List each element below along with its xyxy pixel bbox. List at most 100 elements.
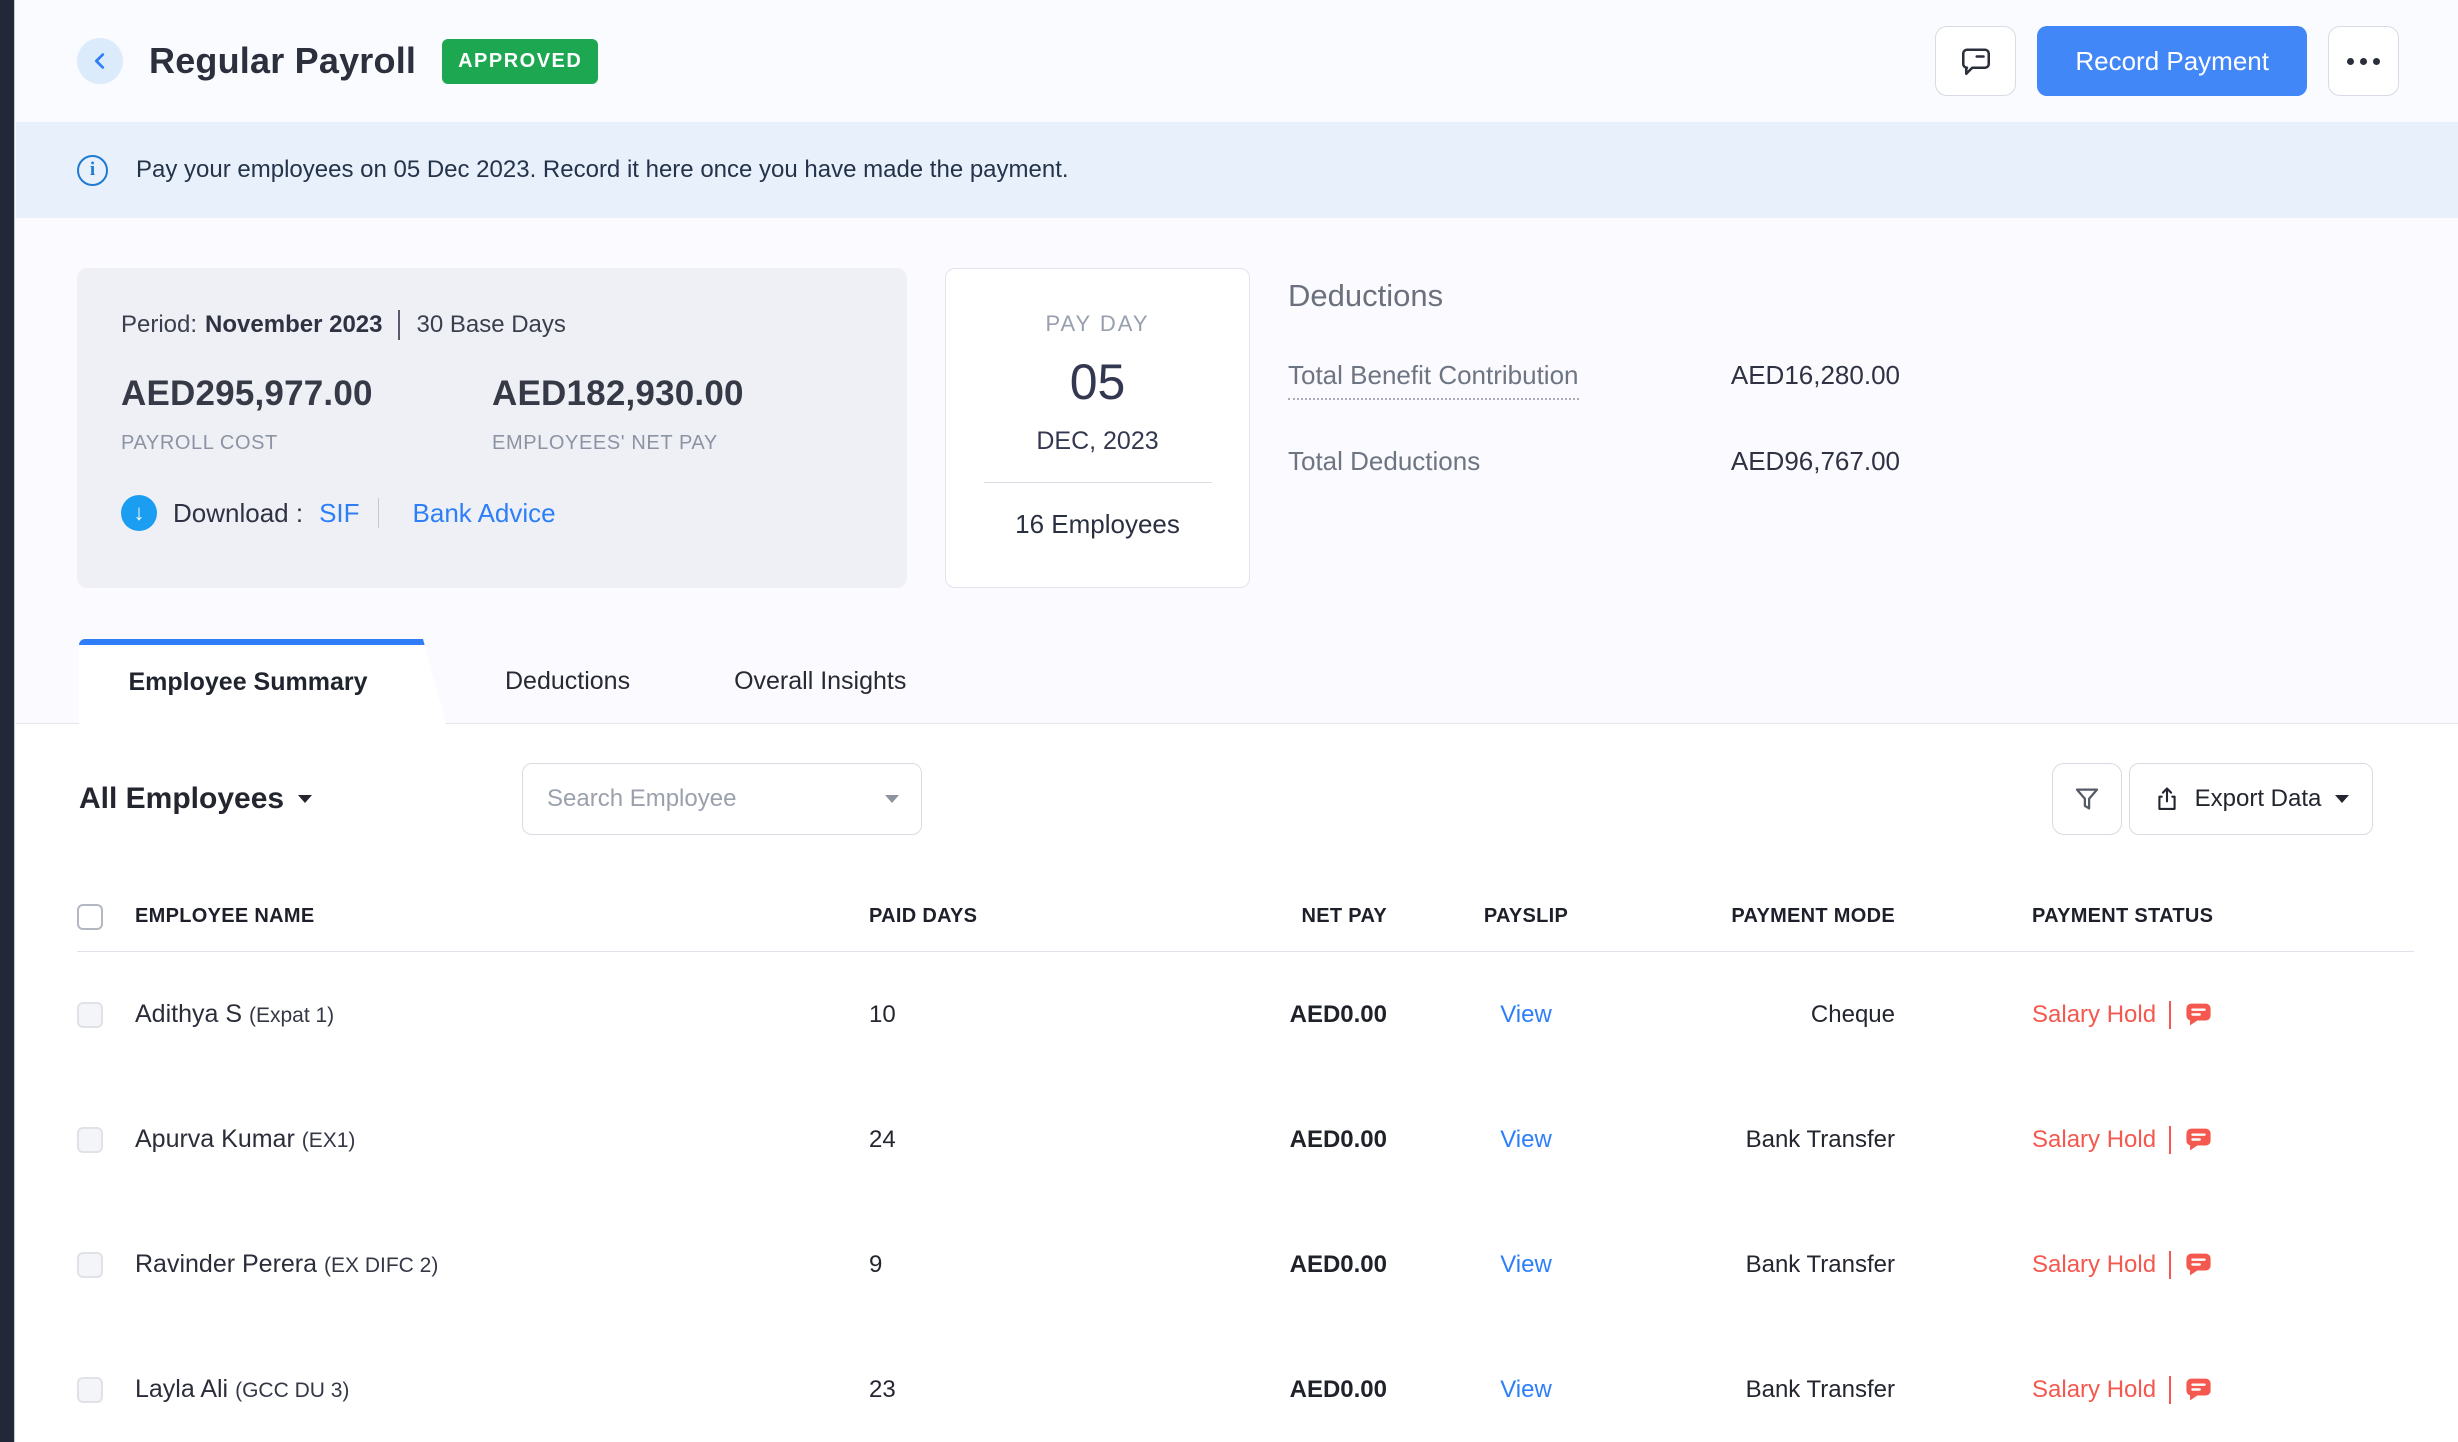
total-deductions-label: Total Deductions	[1288, 446, 1480, 477]
tab-bar: Employee Summary Deductions Overall Insi…	[16, 639, 2458, 724]
download-label: Download :	[173, 498, 303, 529]
period-line: Period: November 2023 30 Base Days	[121, 310, 863, 340]
search-employee-input[interactable]	[545, 784, 885, 814]
column-header-employee-name: EMPLOYEE NAME	[135, 905, 795, 928]
employee-search-select[interactable]	[522, 763, 922, 835]
payday-card: PAY DAY 05 DEC, 2023 16 Employees	[945, 268, 1250, 588]
divider	[984, 482, 1212, 483]
employee-id-tag: (EX1)	[302, 1129, 356, 1152]
tab-overall-insights[interactable]: Overall Insights	[734, 639, 906, 724]
payment-mode-cell: Cheque	[1665, 1001, 1895, 1029]
divider	[2169, 1376, 2171, 1404]
info-icon: i	[77, 155, 108, 186]
row-checkbox[interactable]	[77, 1127, 103, 1153]
net-pay-value: AED182,930.00	[492, 374, 863, 414]
payroll-cost-value: AED295,977.00	[121, 374, 492, 414]
export-icon	[2153, 785, 2181, 813]
employee-filter-dropdown[interactable]: All Employees	[79, 782, 312, 816]
payroll-page: Regular Payroll APPROVED Record Payment …	[0, 0, 2458, 1442]
row-checkbox[interactable]	[77, 1377, 103, 1403]
column-header-payment-mode: PAYMENT MODE	[1665, 905, 1895, 928]
back-button[interactable]	[77, 38, 123, 84]
deductions-summary: Deductions Total Benefit Contribution AE…	[1288, 268, 1900, 477]
employee-name-cell[interactable]: Ravinder Perera (EX DIFC 2)	[135, 1250, 795, 1279]
deduction-row: Total Deductions AED96,767.00	[1288, 446, 1900, 477]
active-tab-indicator	[79, 639, 447, 645]
employee-name-cell[interactable]: Apurva Kumar (EX1)	[135, 1125, 795, 1154]
payday-employee-count: 16 Employees	[1015, 509, 1180, 540]
record-payment-button[interactable]: Record Payment	[2037, 26, 2307, 96]
page-title: Regular Payroll	[149, 40, 416, 82]
view-payslip-link[interactable]: View	[1387, 1001, 1665, 1029]
chevron-down-icon	[885, 795, 899, 803]
download-row: ↓ Download : SIF Bank Advice	[121, 495, 863, 531]
employee-name-cell[interactable]: Adithya S (Expat 1)	[135, 1000, 795, 1029]
payment-status-cell: Salary Hold	[2032, 1125, 2414, 1154]
view-payslip-link[interactable]: View	[1387, 1376, 1665, 1404]
more-options-button[interactable]	[2328, 26, 2399, 96]
hold-comment-icon[interactable]	[2184, 1125, 2213, 1154]
view-payslip-link[interactable]: View	[1387, 1126, 1665, 1154]
payment-status-cell: Salary Hold	[2032, 1000, 2414, 1029]
table-row: Layla Ali (GCC DU 3) 23 AED0.00 View Ban…	[77, 1327, 2414, 1442]
info-banner: i Pay your employees on 05 Dec 2023. Rec…	[16, 122, 2458, 218]
total-benefit-contribution-label[interactable]: Total Benefit Contribution	[1288, 360, 1579, 400]
comment-icon	[1958, 43, 1994, 79]
view-payslip-link[interactable]: View	[1387, 1251, 1665, 1279]
divider	[378, 498, 379, 528]
net-pay-cell: AED0.00	[1061, 1251, 1387, 1279]
period-value: November 2023	[205, 311, 382, 339]
salary-hold-status: Salary Hold	[2032, 1126, 2156, 1154]
chevron-down-icon	[2335, 795, 2349, 803]
employee-id-tag: (EX DIFC 2)	[324, 1254, 438, 1277]
payment-status-cell: Salary Hold	[2032, 1375, 2414, 1404]
funnel-icon	[2072, 784, 2102, 814]
chevron-down-icon	[298, 795, 312, 803]
amounts-row: AED295,977.00 PAYROLL COST AED182,930.00…	[121, 374, 863, 455]
employee-id-tag: (Expat 1)	[249, 1004, 334, 1027]
row-checkbox[interactable]	[77, 1252, 103, 1278]
filter-button[interactable]	[2052, 763, 2122, 835]
paid-days-cell: 9	[795, 1251, 1061, 1279]
payment-mode-cell: Bank Transfer	[1665, 1251, 1895, 1279]
net-pay-cell: AED0.00	[1061, 1001, 1387, 1029]
tab-deductions[interactable]: Deductions	[505, 639, 630, 724]
export-data-label: Export Data	[2195, 785, 2322, 813]
status-badge: APPROVED	[442, 39, 598, 84]
base-days: 30 Base Days	[416, 311, 565, 339]
summary-section: Period: November 2023 30 Base Days AED29…	[16, 268, 2458, 588]
net-pay-cell: AED0.00	[1061, 1376, 1387, 1404]
paid-days-cell: 10	[795, 1001, 1061, 1029]
download-bank-advice-link[interactable]: Bank Advice	[413, 498, 556, 529]
payroll-cost-label: PAYROLL COST	[121, 432, 492, 455]
comments-button[interactable]	[1935, 26, 2016, 96]
payment-mode-cell: Bank Transfer	[1665, 1126, 1895, 1154]
column-header-payment-status: PAYMENT STATUS	[1895, 905, 2414, 928]
paid-days-cell: 23	[795, 1376, 1061, 1404]
salary-hold-status: Salary Hold	[2032, 1001, 2156, 1029]
row-checkbox[interactable]	[77, 1002, 103, 1028]
select-all-checkbox[interactable]	[77, 904, 103, 930]
divider	[398, 310, 400, 340]
employee-name-cell[interactable]: Layla Ali (GCC DU 3)	[135, 1375, 795, 1404]
table-header: EMPLOYEE NAME PAID DAYS NET PAY PAYSLIP …	[77, 882, 2414, 952]
payday-month-year: DEC, 2023	[1036, 427, 1158, 456]
salary-hold-status: Salary Hold	[2032, 1376, 2156, 1404]
download-sif-link[interactable]: SIF	[319, 498, 359, 529]
tab-employee-summary[interactable]: Employee Summary	[79, 639, 447, 726]
chevron-left-icon	[89, 50, 111, 72]
collapsed-sidebar-rail[interactable]	[0, 0, 15, 1442]
payment-mode-cell: Bank Transfer	[1665, 1376, 1895, 1404]
table-row: Apurva Kumar (EX1) 24 AED0.00 View Bank …	[77, 1077, 2414, 1202]
hold-comment-icon[interactable]	[2184, 1000, 2213, 1029]
employee-summary-panel: All Employees Export Data	[16, 724, 2458, 1442]
table-row: Ravinder Perera (EX DIFC 2) 9 AED0.00 Vi…	[77, 1202, 2414, 1327]
payday-day: 05	[1070, 353, 1126, 411]
hold-comment-icon[interactable]	[2184, 1250, 2213, 1279]
hold-comment-icon[interactable]	[2184, 1375, 2213, 1404]
payroll-cost-block: AED295,977.00 PAYROLL COST	[121, 374, 492, 455]
info-banner-text: Pay your employees on 05 Dec 2023. Recor…	[136, 156, 1069, 184]
net-pay-cell: AED0.00	[1061, 1126, 1387, 1154]
table-row: Adithya S (Expat 1) 10 AED0.00 View Cheq…	[77, 952, 2414, 1077]
export-data-button[interactable]: Export Data	[2129, 763, 2373, 835]
